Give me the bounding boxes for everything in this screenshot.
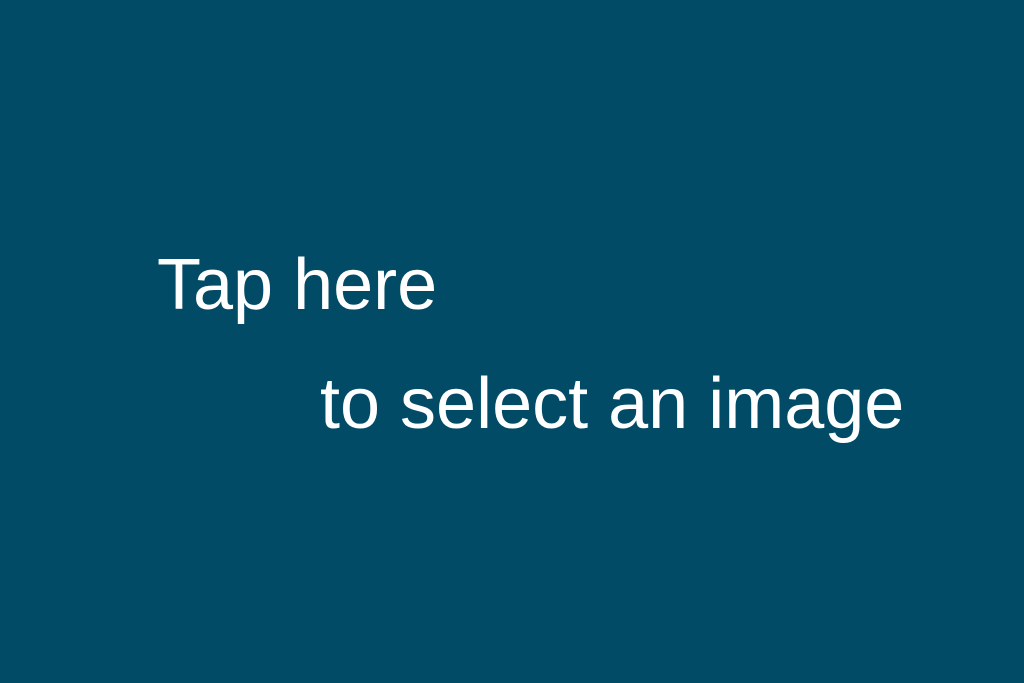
image-select-tap-area[interactable]: Tap here to select an image (0, 0, 1024, 683)
select-image-label: to select an image (320, 364, 905, 444)
tap-here-label: Tap here (157, 245, 438, 325)
